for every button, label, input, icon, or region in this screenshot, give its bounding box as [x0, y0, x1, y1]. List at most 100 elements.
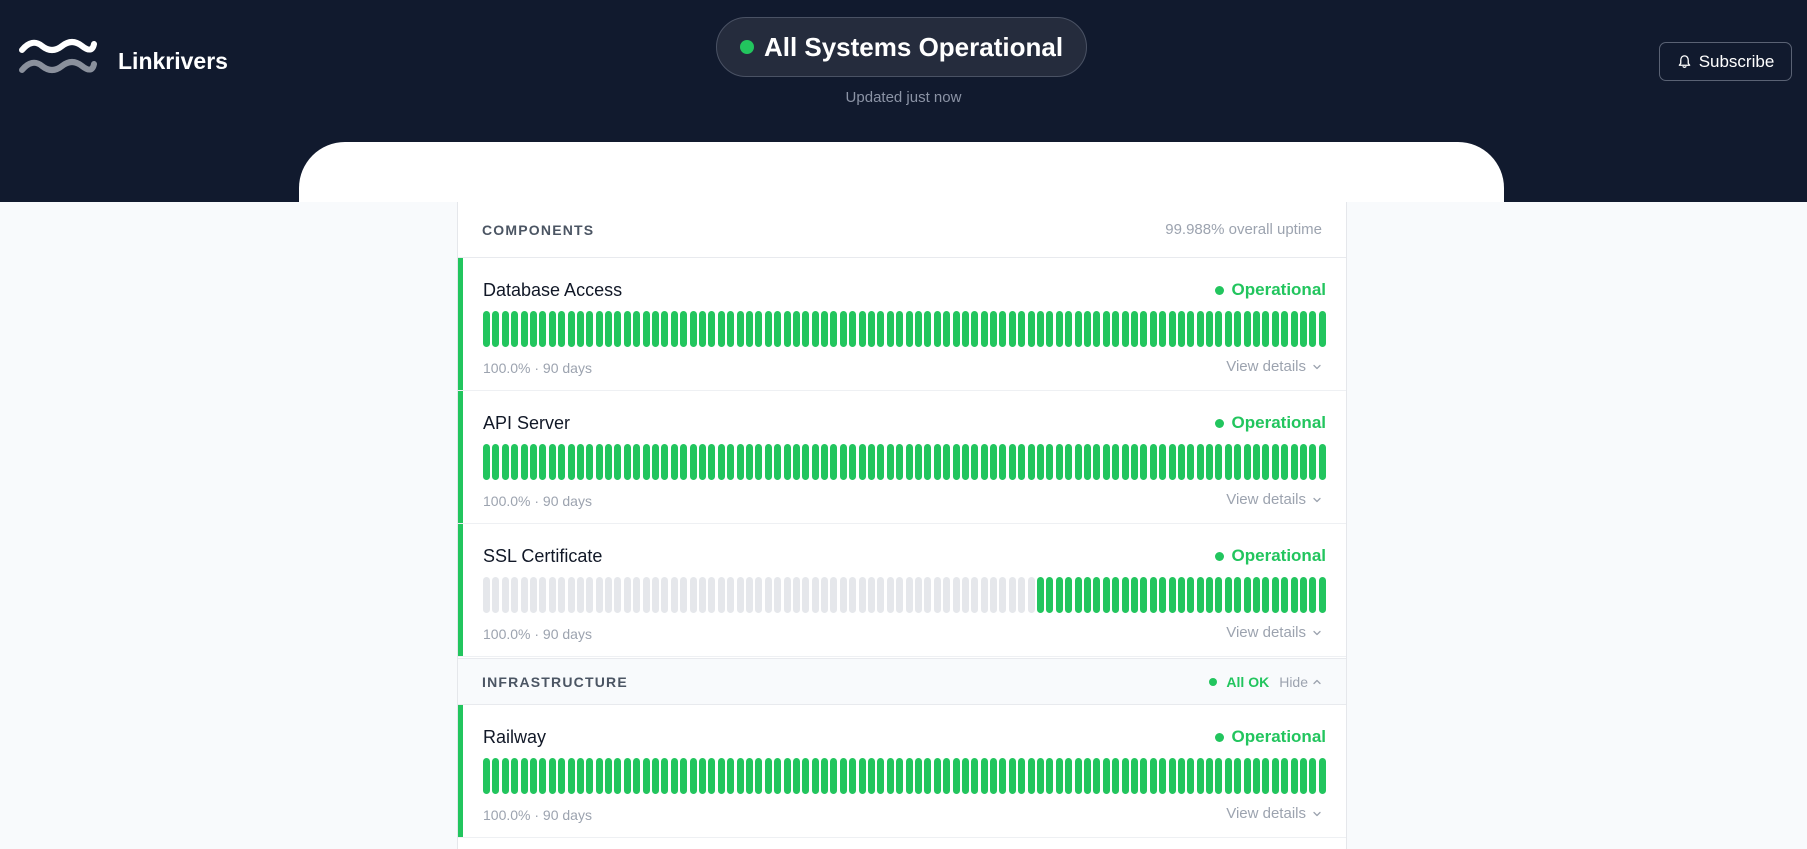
uptime-day-bar[interactable]: [652, 444, 660, 480]
uptime-day-bar[interactable]: [1224, 758, 1232, 794]
uptime-day-bar[interactable]: [802, 577, 810, 613]
uptime-day-bar[interactable]: [1074, 444, 1082, 480]
uptime-day-bar[interactable]: [1149, 758, 1157, 794]
uptime-day-bar[interactable]: [1008, 444, 1016, 480]
uptime-day-bar[interactable]: [539, 311, 547, 347]
uptime-day-bar[interactable]: [980, 758, 988, 794]
uptime-day-bar[interactable]: [689, 444, 697, 480]
uptime-day-bar[interactable]: [558, 311, 566, 347]
uptime-day-bar[interactable]: [1168, 577, 1176, 613]
uptime-day-bar[interactable]: [999, 577, 1007, 613]
uptime-day-bar[interactable]: [961, 444, 969, 480]
uptime-day-bar[interactable]: [586, 311, 594, 347]
uptime-day-bar[interactable]: [914, 758, 922, 794]
uptime-day-bar[interactable]: [774, 758, 782, 794]
uptime-day-bar[interactable]: [905, 577, 913, 613]
uptime-day-bar[interactable]: [990, 311, 998, 347]
uptime-day-bar[interactable]: [905, 444, 913, 480]
uptime-day-bar[interactable]: [539, 577, 547, 613]
uptime-day-bar[interactable]: [558, 577, 566, 613]
uptime-day-bar[interactable]: [1309, 311, 1317, 347]
uptime-day-bar[interactable]: [821, 577, 829, 613]
uptime-day-bar[interactable]: [1262, 758, 1270, 794]
uptime-day-bar[interactable]: [1140, 444, 1148, 480]
uptime-day-bar[interactable]: [1187, 758, 1195, 794]
uptime-day-bar[interactable]: [576, 577, 584, 613]
uptime-day-bar[interactable]: [792, 444, 800, 480]
uptime-day-bar[interactable]: [783, 444, 791, 480]
uptime-day-bar[interactable]: [633, 577, 641, 613]
uptime-day-bar[interactable]: [1074, 311, 1082, 347]
uptime-day-bar[interactable]: [999, 758, 1007, 794]
uptime-day-bar[interactable]: [736, 577, 744, 613]
uptime-day-bar[interactable]: [1177, 577, 1185, 613]
uptime-day-bar[interactable]: [943, 444, 951, 480]
uptime-day-bar[interactable]: [1196, 444, 1204, 480]
uptime-day-bar[interactable]: [1206, 577, 1214, 613]
uptime-day-bar[interactable]: [520, 758, 528, 794]
uptime-day-bar[interactable]: [595, 311, 603, 347]
uptime-day-bar[interactable]: [492, 577, 500, 613]
uptime-day-bar[interactable]: [952, 311, 960, 347]
uptime-day-bar[interactable]: [1271, 758, 1279, 794]
uptime-day-bar[interactable]: [849, 444, 857, 480]
uptime-day-bar[interactable]: [792, 311, 800, 347]
uptime-day-bar[interactable]: [548, 577, 556, 613]
uptime-day-bar[interactable]: [830, 311, 838, 347]
uptime-day-bar[interactable]: [1046, 311, 1054, 347]
uptime-day-bar[interactable]: [1149, 311, 1157, 347]
uptime-day-bar[interactable]: [567, 758, 575, 794]
uptime-day-bar[interactable]: [1299, 444, 1307, 480]
uptime-day-bar[interactable]: [605, 444, 613, 480]
uptime-day-bar[interactable]: [961, 758, 969, 794]
uptime-day-bar[interactable]: [1037, 758, 1045, 794]
uptime-day-bar[interactable]: [745, 577, 753, 613]
uptime-day-bar[interactable]: [858, 758, 866, 794]
uptime-day-bar[interactable]: [924, 311, 932, 347]
uptime-day-bar[interactable]: [1102, 577, 1110, 613]
uptime-day-bar[interactable]: [1065, 577, 1073, 613]
uptime-day-bar[interactable]: [483, 444, 490, 480]
uptime-day-bar[interactable]: [717, 758, 725, 794]
uptime-day-bar[interactable]: [1206, 758, 1214, 794]
view-details-button[interactable]: View details: [1226, 491, 1322, 508]
uptime-day-bar[interactable]: [1318, 311, 1326, 347]
uptime-day-bar[interactable]: [764, 444, 772, 480]
uptime-day-bar[interactable]: [492, 444, 500, 480]
uptime-day-bar[interactable]: [933, 444, 941, 480]
uptime-day-bar[interactable]: [1299, 577, 1307, 613]
uptime-day-bar[interactable]: [868, 444, 876, 480]
uptime-day-bar[interactable]: [1055, 311, 1063, 347]
uptime-day-bar[interactable]: [1290, 758, 1298, 794]
uptime-day-bar[interactable]: [558, 758, 566, 794]
uptime-day-bar[interactable]: [483, 311, 490, 347]
uptime-day-bar[interactable]: [886, 311, 894, 347]
uptime-day-bar[interactable]: [858, 444, 866, 480]
uptime-day-bar[interactable]: [811, 758, 819, 794]
uptime-day-bar[interactable]: [849, 758, 857, 794]
uptime-day-bar[interactable]: [520, 444, 528, 480]
uptime-day-bar[interactable]: [727, 577, 735, 613]
uptime-day-bar[interactable]: [990, 444, 998, 480]
uptime-day-bar[interactable]: [670, 311, 678, 347]
uptime-day-bar[interactable]: [1027, 311, 1035, 347]
hide-group-toggle[interactable]: Hide: [1279, 674, 1322, 690]
uptime-day-bar[interactable]: [1046, 444, 1054, 480]
uptime-day-bar[interactable]: [821, 444, 829, 480]
uptime-day-bar[interactable]: [1037, 577, 1045, 613]
uptime-day-bar[interactable]: [792, 758, 800, 794]
uptime-day-bar[interactable]: [511, 577, 519, 613]
uptime-day-bar[interactable]: [605, 311, 613, 347]
uptime-day-bar[interactable]: [1318, 577, 1326, 613]
uptime-day-bar[interactable]: [783, 577, 791, 613]
uptime-day-bar[interactable]: [680, 577, 688, 613]
uptime-day-bar[interactable]: [868, 758, 876, 794]
uptime-day-bar[interactable]: [811, 311, 819, 347]
uptime-day-bar[interactable]: [698, 577, 706, 613]
uptime-day-bar[interactable]: [576, 444, 584, 480]
uptime-day-bar[interactable]: [1187, 444, 1195, 480]
uptime-day-bar[interactable]: [652, 577, 660, 613]
uptime-day-bar[interactable]: [924, 444, 932, 480]
uptime-day-bar[interactable]: [595, 577, 603, 613]
uptime-day-bar[interactable]: [924, 758, 932, 794]
